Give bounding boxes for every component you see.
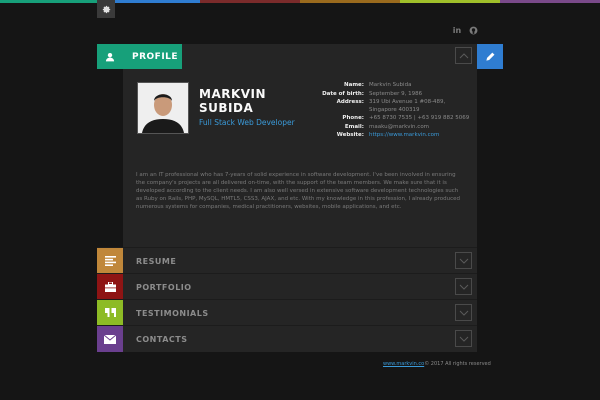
profile-bio: I am an IT professional who has 7-years … — [136, 172, 461, 210]
detail-label: Date of birth: — [322, 90, 364, 97]
color-strip-segment — [0, 0, 100, 3]
detail-label: Phone: — [342, 115, 364, 121]
section-label: RESUME — [136, 257, 177, 266]
detail-row: Phone: +65 8730 7535 | +63 919 882 5069 — [300, 115, 470, 123]
quote-icon — [97, 300, 123, 326]
expand-resume-button[interactable] — [455, 252, 472, 269]
chevron-down-icon — [459, 284, 468, 290]
footer-copyright: © 2017 All rights reserved — [424, 361, 491, 367]
detail-label: Email: — [344, 123, 364, 130]
chevron-up-icon — [459, 52, 468, 58]
edit-button[interactable] — [477, 44, 503, 69]
detail-row: Email: maaku@markvin.com — [300, 124, 470, 132]
tab-profile-label: PROFILE — [132, 51, 179, 62]
linkedin-icon[interactable]: in — [452, 26, 462, 36]
color-strip-segment — [300, 0, 400, 3]
section-label: CONTACTS — [136, 335, 188, 344]
expand-testimonials-button[interactable] — [455, 304, 472, 321]
detail-value: Markvin Subida — [369, 82, 412, 88]
color-strip-segment — [500, 0, 600, 3]
gear-icon — [102, 5, 110, 13]
detail-row: Address: 319 Ubi Avenue 1 #08-489, Singa… — [300, 99, 470, 114]
last-name: SUBIDA — [199, 101, 254, 115]
github-icon[interactable] — [468, 26, 478, 36]
detail-value: maaku@markvin.com — [369, 123, 430, 130]
expand-contacts-button[interactable] — [455, 330, 472, 347]
detail-label: Website: — [336, 132, 364, 138]
person-icon — [97, 44, 123, 69]
list-icon — [97, 248, 123, 274]
first-name: MARKVIN — [199, 87, 267, 101]
pencil-icon — [485, 52, 495, 61]
chevron-down-icon — [459, 310, 468, 316]
section-resume[interactable]: RESUME — [97, 247, 477, 274]
section-portfolio[interactable]: PORTFOLIO — [97, 273, 477, 300]
detail-row: Name: Markvin Subida — [300, 82, 470, 90]
tab-profile[interactable]: PROFILE — [97, 44, 182, 69]
detail-label: Address: — [336, 99, 364, 105]
collapse-profile-button[interactable] — [455, 47, 472, 64]
section-testimonials[interactable]: TESTIMONIALS — [97, 299, 477, 326]
envelope-icon — [97, 326, 123, 352]
section-label: TESTIMONIALS — [136, 309, 209, 318]
chevron-down-icon — [459, 336, 468, 342]
section-label: PORTFOLIO — [136, 283, 192, 292]
detail-value: 319 Ubi Avenue 1 #08-489, Singapore 4003… — [369, 99, 446, 113]
settings-button[interactable] — [97, 0, 115, 18]
footer-link[interactable]: www.markvin.co — [383, 361, 424, 367]
profile-name: MARKVIN SUBIDA — [199, 87, 309, 115]
color-strip-segment — [100, 0, 200, 3]
color-strip-segment — [200, 0, 300, 3]
briefcase-icon — [97, 274, 123, 300]
job-title: Full Stack Web Developer — [199, 118, 295, 127]
detail-row: Date of birth: September 9, 1986 — [300, 91, 470, 99]
profile-details: Name: Markvin Subida Date of birth: Sept… — [300, 82, 470, 141]
color-strip — [0, 0, 600, 3]
detail-value: +65 8730 7535 | +63 919 882 5069 — [369, 115, 470, 121]
footer: www.markvin.co© 2017 All rights reserved — [383, 361, 491, 367]
detail-value: September 9, 1986 — [369, 90, 423, 97]
color-strip-segment — [400, 0, 500, 3]
expand-portfolio-button[interactable] — [455, 278, 472, 295]
profile-photo — [137, 82, 189, 134]
website-link[interactable]: https://www.markvin.com — [369, 132, 439, 140]
detail-row: Website: https://www.markvin.com — [300, 132, 470, 140]
section-contacts[interactable]: CONTACTS — [97, 325, 477, 352]
detail-label: Name: — [344, 82, 364, 88]
chevron-down-icon — [459, 258, 468, 264]
